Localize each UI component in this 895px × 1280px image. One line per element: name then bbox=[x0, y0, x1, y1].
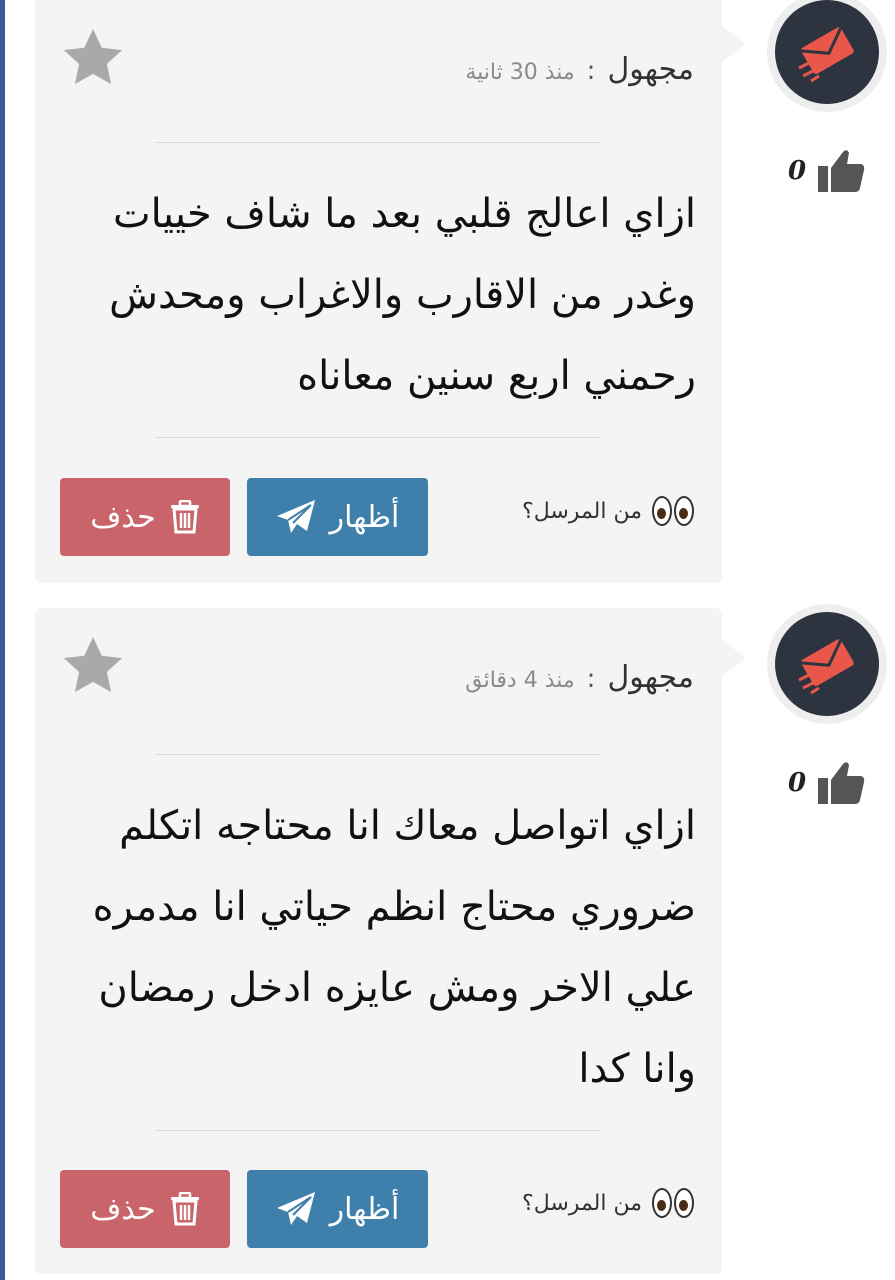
who-label: من المرسل؟ bbox=[522, 1190, 642, 1216]
timestamp: منذ 4 دقائق bbox=[465, 668, 575, 693]
paper-plane-icon bbox=[276, 1192, 315, 1225]
left-edge-bar bbox=[0, 0, 5, 1280]
divider bbox=[155, 437, 601, 438]
star-icon[interactable] bbox=[59, 24, 127, 92]
who-is-sender: من المرسل؟ bbox=[522, 496, 694, 526]
paper-plane-icon bbox=[276, 500, 315, 533]
likes[interactable]: 0 bbox=[788, 148, 866, 194]
eyes-icon bbox=[652, 1188, 694, 1218]
envelope-icon bbox=[798, 639, 854, 695]
avatar bbox=[775, 612, 879, 716]
message-actions: حذف أظهار من المرسل؟ bbox=[60, 478, 694, 558]
message-header: مجهول : منذ 30 ثانية bbox=[465, 52, 694, 87]
delete-button-label: حذف bbox=[90, 1191, 156, 1227]
message-header: مجهول : منذ 4 دقائق bbox=[465, 660, 694, 695]
thumbs-up-icon bbox=[818, 762, 865, 804]
separator: : bbox=[586, 664, 596, 694]
thumbs-up-icon bbox=[818, 150, 865, 192]
message-text: ازاي اتواصل معاك انا محتاجه اتكلم ضروري … bbox=[92, 803, 696, 1092]
show-sender-button[interactable]: أظهار bbox=[247, 1170, 428, 1248]
likes[interactable]: 0 bbox=[788, 760, 866, 806]
show-sender-button[interactable]: أظهار bbox=[247, 478, 428, 556]
show-button-label: أظهار bbox=[329, 1191, 400, 1227]
timestamp: منذ 30 ثانية bbox=[465, 60, 575, 85]
separator: : bbox=[586, 56, 596, 86]
who-label: من المرسل؟ bbox=[522, 498, 642, 524]
message-card: مجهول : منذ 4 دقائق ازاي اتواصل معاك انا… bbox=[35, 608, 746, 1274]
envelope-icon bbox=[798, 27, 854, 83]
delete-button-label: حذف bbox=[90, 499, 156, 535]
show-button-label: أظهار bbox=[329, 499, 400, 535]
trash-icon bbox=[170, 1192, 199, 1226]
who-is-sender: من المرسل؟ bbox=[522, 1188, 694, 1218]
eyes-icon bbox=[652, 496, 694, 526]
message-actions: حذف أظهار من المرسل؟ bbox=[60, 1170, 694, 1250]
like-count: 0 bbox=[788, 156, 807, 186]
delete-button[interactable]: حذف bbox=[60, 478, 230, 556]
divider bbox=[155, 754, 601, 755]
message-text: ازاي اعالج قلبي بعد ما شاف خييات وغدر من… bbox=[109, 191, 696, 399]
trash-icon bbox=[170, 500, 199, 534]
author-name: مجهول bbox=[607, 660, 694, 695]
divider bbox=[155, 1130, 601, 1131]
like-count: 0 bbox=[788, 768, 807, 798]
star-icon[interactable] bbox=[59, 632, 127, 700]
delete-button[interactable]: حذف bbox=[60, 1170, 230, 1248]
divider bbox=[155, 142, 601, 143]
message-card: مجهول : منذ 30 ثانية ازاي اعالج قلبي بعد… bbox=[35, 0, 746, 583]
author-name: مجهول bbox=[607, 52, 694, 87]
avatar bbox=[775, 0, 879, 104]
